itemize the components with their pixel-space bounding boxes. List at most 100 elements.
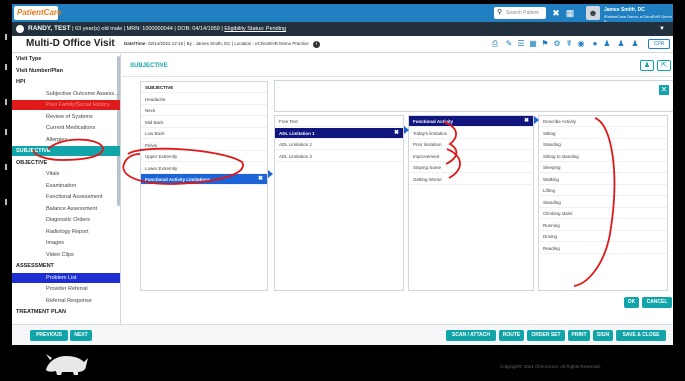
- list-item[interactable]: Getting Worse: [409, 174, 533, 185]
- search-input[interactable]: ⚲ Search Patient: [494, 7, 546, 19]
- list-item[interactable]: Functional Activity Limitations ✖: [141, 174, 267, 185]
- list-item[interactable]: Headache: [141, 94, 267, 105]
- next-button[interactable]: NEXT: [70, 330, 92, 341]
- list-item[interactable]: Lower Extremity: [141, 163, 267, 174]
- list-item[interactable]: Walking: [539, 174, 667, 185]
- order-set-button[interactable]: ORDER SET: [527, 330, 565, 341]
- close-icon[interactable]: ✖: [524, 116, 529, 127]
- user-icon[interactable]: ♟: [616, 39, 626, 49]
- list-item[interactable]: Today's limitation: [409, 128, 533, 139]
- list-item-label: Upper Extremity: [145, 154, 178, 159]
- stethoscope-icon[interactable]: ☤: [564, 39, 574, 49]
- close-icon[interactable]: ✖: [258, 174, 263, 185]
- print-button[interactable]: PRINT: [568, 330, 590, 341]
- sidebar-item[interactable]: Radiology Report: [12, 227, 120, 237]
- sidebar-item[interactable]: OBJECTIVE: [12, 158, 120, 168]
- sidebar-item[interactable]: Visit Number/Plan: [12, 66, 120, 76]
- footer-copyright: Copyright© 2021 ChiroArmor. All Rights R…: [500, 364, 601, 369]
- bookmark-icon[interactable]: ▦: [528, 39, 538, 49]
- list-item[interactable]: Functional Activity ✖: [409, 116, 533, 127]
- close-icon[interactable]: ✕: [659, 85, 669, 95]
- list-item[interactable]: Standing: [539, 139, 667, 150]
- sidebar-item[interactable]: Problem List: [12, 272, 120, 283]
- list-item[interactable]: ADL Limitation 1 ✖: [275, 127, 403, 139]
- print-icon[interactable]: ⎙: [490, 39, 500, 49]
- user-add-button[interactable]: ♟: [640, 60, 654, 71]
- cancel-button[interactable]: CANCEL: [642, 297, 672, 308]
- sidebar-item[interactable]: ASSESSMENT: [12, 261, 120, 271]
- grid-icon[interactable]: ▦: [564, 7, 576, 19]
- list-item[interactable]: Standing: [539, 197, 667, 208]
- list-item[interactable]: Pelvis: [141, 140, 267, 151]
- patient-details: | 63 year(s) old male | MRN: 1000000044 …: [72, 26, 223, 32]
- list-item[interactable]: ADL Limitation 2: [275, 139, 403, 150]
- free-text-area[interactable]: , ✕: [274, 80, 673, 112]
- sidebar-item[interactable]: Allergies: [12, 135, 120, 145]
- list-item[interactable]: Running: [539, 220, 667, 231]
- cpr-button[interactable]: CPR: [648, 39, 670, 49]
- list-item[interactable]: Climbing stairs: [539, 208, 667, 219]
- target-icon[interactable]: ◉: [576, 39, 586, 49]
- list-item[interactable]: Sitting: [539, 128, 667, 139]
- list-item[interactable]: Driving: [539, 231, 667, 242]
- scan-attach-button[interactable]: SCAN / ATTACH: [446, 330, 496, 341]
- user-check-icon[interactable]: ♟: [630, 39, 640, 49]
- gutter-mark: [5, 199, 7, 205]
- gutter-mark: [5, 34, 7, 40]
- list-item[interactable]: Staying Same: [409, 162, 533, 173]
- sidebar-item[interactable]: Video Clips: [12, 250, 120, 260]
- list-item[interactable]: Mid Back: [141, 117, 267, 128]
- info-icon[interactable]: i: [312, 41, 320, 48]
- edit-icon[interactable]: ✎: [504, 39, 514, 49]
- sidebar-item[interactable]: Balance Assessment: [12, 204, 120, 214]
- list-item[interactable]: Lifting: [539, 185, 667, 196]
- ok-button[interactable]: OK: [624, 297, 639, 308]
- sidebar-item[interactable]: Provider Referral: [12, 284, 120, 294]
- sign-button[interactable]: SIGN: [593, 330, 613, 341]
- sidebar-item[interactable]: Images: [12, 238, 120, 248]
- gear-icon[interactable]: ⚙: [552, 39, 562, 49]
- search-placeholder: Search Patient: [506, 10, 539, 16]
- avatar[interactable]: ☻: [586, 6, 600, 20]
- list-item-label: SUBJECTIVE: [145, 85, 174, 90]
- list-item[interactable]: Sitting to standing: [539, 151, 667, 162]
- list-item[interactable]: Upper Extremity: [141, 151, 267, 162]
- sidebar-item[interactable]: Functional Assessment: [12, 192, 120, 202]
- sidebar-item[interactable]: Current Medications: [12, 123, 120, 133]
- list-item[interactable]: Describe Activity: [539, 116, 667, 127]
- list-item-label: Improvement: [413, 153, 440, 159]
- list-item[interactable]: ADL Limitation 3: [275, 151, 403, 162]
- flag-icon[interactable]: ⚑: [540, 39, 550, 49]
- sidebar-item[interactable]: Review of Systems: [12, 112, 120, 122]
- eligibility-link[interactable]: Eligibility Status: Pending: [224, 26, 286, 32]
- chevron-down-icon[interactable]: ▼: [659, 22, 665, 36]
- sidebar-item[interactable]: HPI: [12, 77, 120, 87]
- sidebar-item[interactable]: Subjective Outcome Assess...: [12, 89, 120, 99]
- people-icon[interactable]: ♟: [602, 39, 612, 49]
- list-item[interactable]: Low Back: [141, 128, 267, 139]
- save-close-button[interactable]: SAVE & CLOSE: [616, 330, 666, 341]
- list-icon[interactable]: ☰: [516, 39, 526, 49]
- close-circle-icon[interactable]: ✖: [550, 7, 562, 19]
- export-button[interactable]: ⇱: [657, 60, 671, 71]
- sidebar-item[interactable]: SUBJECTIVE: [12, 146, 120, 156]
- chat-icon[interactable]: ●: [590, 39, 600, 49]
- close-icon[interactable]: ✖: [394, 128, 399, 139]
- sidebar-item[interactable]: Past Family/Social History: [12, 100, 120, 110]
- sidebar-item[interactable]: Examination: [12, 181, 120, 191]
- sidebar-item[interactable]: Diagnostic Orders: [12, 215, 120, 225]
- list-item[interactable]: Neck: [141, 105, 267, 116]
- list-item[interactable]: Free Text: [275, 116, 403, 127]
- previous-button[interactable]: PREVIOUS: [30, 330, 68, 341]
- sidebar-item[interactable]: Visit Type: [12, 54, 120, 64]
- list-item[interactable]: Improvement: [409, 151, 533, 162]
- route-button[interactable]: ROUTE: [499, 330, 524, 341]
- list-item[interactable]: Prior limitation: [409, 139, 533, 150]
- visit-header: Multi-D Office Visit Date/Time: 02/14/20…: [12, 36, 673, 53]
- sidebar-item[interactable]: TREATMENT PLAN: [12, 307, 120, 317]
- patient-name[interactable]: RANDY, TEST: [28, 25, 71, 32]
- sidebar-item[interactable]: Vitals: [12, 169, 120, 179]
- sidebar-item[interactable]: Referral Response: [12, 296, 120, 306]
- list-item[interactable]: Reading: [539, 243, 667, 254]
- list-item[interactable]: Sleeping: [539, 162, 667, 173]
